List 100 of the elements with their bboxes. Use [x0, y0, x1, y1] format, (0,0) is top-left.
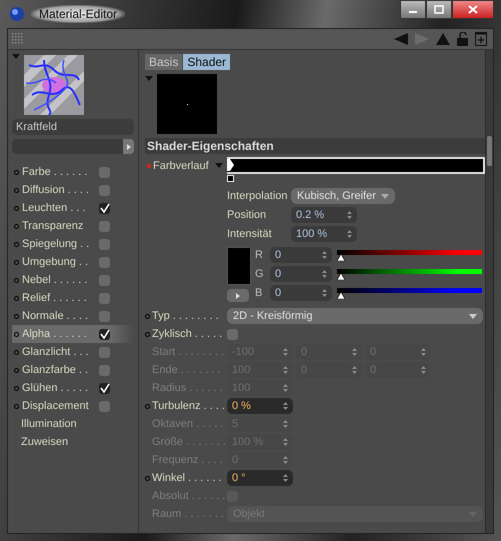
maximize-button[interactable] — [426, 0, 452, 19]
gradient-bar[interactable] — [226, 157, 485, 174]
number-field[interactable]: 0 — [270, 285, 332, 301]
checkbox[interactable] — [99, 292, 110, 304]
collapse-arrow-icon[interactable] — [12, 54, 20, 59]
checkbox[interactable] — [99, 202, 110, 214]
spinner-icon — [347, 211, 352, 219]
dropdown[interactable]: 2D - Kreisförmig — [227, 308, 483, 324]
color-slider[interactable] — [337, 249, 482, 261]
number-field[interactable]: 100 % — [291, 226, 357, 242]
channel-item[interactable]: Farbe . . . . . . — [12, 163, 134, 181]
collapse-arrow-icon[interactable] — [145, 76, 153, 81]
keyframe-dot-icon — [147, 164, 151, 168]
channel-item[interactable]: Illumination — [12, 415, 134, 433]
channel-item[interactable]: Leuchten . . . — [12, 199, 134, 217]
checkbox[interactable] — [99, 256, 110, 268]
arrow-button[interactable] — [123, 139, 134, 154]
color-swatch[interactable] — [227, 247, 251, 285]
spinner-icon — [421, 348, 426, 356]
checkbox[interactable] — [99, 184, 110, 196]
animation-dot-icon — [14, 260, 19, 264]
animation-dot-icon — [14, 188, 19, 192]
dropdown[interactable]: Kubisch, Greifer — [291, 188, 395, 204]
gradient-knob-icon[interactable] — [226, 159, 234, 171]
new-window-icon[interactable] — [475, 32, 487, 46]
lock-icon[interactable] — [457, 32, 468, 46]
channel-item[interactable]: Transparenz — [12, 217, 134, 235]
spinner-icon — [283, 474, 288, 482]
checkbox[interactable] — [99, 166, 110, 178]
animation-dot-icon — [14, 332, 19, 336]
checkbox[interactable] — [99, 310, 110, 322]
channel-item[interactable]: Alpha . . . . . . — [12, 325, 134, 343]
checkbox[interactable] — [99, 328, 110, 340]
spinner-icon — [283, 348, 288, 356]
number-field[interactable]: 0 % — [227, 398, 293, 414]
checkbox[interactable] — [99, 220, 110, 232]
grip-icon[interactable] — [12, 33, 24, 45]
channel-item[interactable]: Glanzlicht . . . — [12, 343, 134, 361]
play-button[interactable] — [227, 289, 249, 302]
animation-dot-icon — [14, 350, 19, 354]
dropdown-arrow-icon[interactable] — [214, 163, 223, 168]
app-icon — [9, 6, 25, 22]
close-button[interactable] — [452, 0, 494, 19]
channel-item[interactable]: Normale . . . . — [12, 307, 134, 325]
animation-dot-icon — [14, 206, 19, 210]
channel-item[interactable]: Diffusion . . . . — [12, 181, 134, 199]
channel-item[interactable]: Umgebung . . — [12, 253, 134, 271]
checkbox[interactable] — [99, 274, 110, 286]
spinner-icon — [352, 348, 357, 356]
channel-item[interactable]: Displacement — [12, 397, 134, 415]
animation-dot-icon — [14, 368, 19, 372]
checkbox[interactable] — [99, 346, 110, 358]
minimize-button[interactable] — [400, 0, 426, 19]
channel-item[interactable]: Relief . . . . . . — [12, 289, 134, 307]
maximize-icon — [434, 5, 444, 14]
back-arrow-icon[interactable] — [394, 33, 408, 45]
checkbox[interactable] — [227, 328, 238, 340]
checkbox[interactable] — [99, 238, 110, 250]
spinner-icon — [322, 289, 327, 297]
spinner-icon — [283, 420, 288, 428]
channel-label: R — [255, 249, 264, 261]
spinner-icon — [283, 438, 288, 446]
number-field[interactable]: 0 ° — [227, 470, 293, 486]
spinner-icon — [283, 366, 288, 374]
checkbox[interactable] — [99, 382, 110, 394]
channel-label: B — [255, 287, 264, 299]
scrollbar[interactable] — [485, 50, 493, 533]
channel-item[interactable]: Spiegelung . . — [12, 235, 134, 253]
tab[interactable]: Shader — [183, 54, 230, 70]
channel-label: G — [255, 268, 265, 280]
number-field[interactable]: 0 — [270, 266, 332, 282]
param-label: Position — [227, 209, 268, 221]
number-field[interactable]: 0.2 % — [291, 207, 357, 223]
spinner-icon — [283, 402, 288, 410]
spinner-icon — [352, 366, 357, 374]
channel-item[interactable]: Zuweisen — [12, 433, 134, 451]
tab[interactable]: Basis — [145, 54, 182, 70]
color-stop-icon[interactable] — [227, 175, 234, 182]
spinner-icon — [283, 456, 288, 464]
channel-item[interactable]: Glanzfarbe . . — [12, 361, 134, 379]
animation-dot-icon — [145, 332, 150, 336]
color-slider[interactable] — [337, 268, 482, 280]
dropdown-arrow-icon — [381, 194, 389, 198]
animation-dot-icon — [14, 404, 19, 408]
checkbox[interactable] — [99, 364, 110, 376]
spinner-icon — [322, 270, 327, 278]
animation-dot-icon — [14, 314, 19, 318]
param-label: Zyklisch . . . . . — [152, 328, 224, 340]
color-slider[interactable] — [337, 287, 482, 299]
name-field[interactable]: Kraftfeld — [12, 119, 134, 135]
section-header: Shader-Eigenschaften — [145, 138, 485, 154]
channel-item[interactable]: Glühen . . . . . — [12, 379, 134, 397]
animation-dot-icon — [14, 242, 19, 246]
triangle-icon — [126, 144, 130, 150]
checkbox[interactable] — [99, 400, 110, 412]
number-field[interactable]: 0 — [270, 247, 332, 263]
channel-item[interactable]: Nebel . . . . . . — [12, 271, 134, 289]
up-arrow-icon[interactable] — [436, 33, 450, 45]
animation-dot-icon — [14, 224, 19, 228]
input-field[interactable] — [12, 139, 123, 154]
